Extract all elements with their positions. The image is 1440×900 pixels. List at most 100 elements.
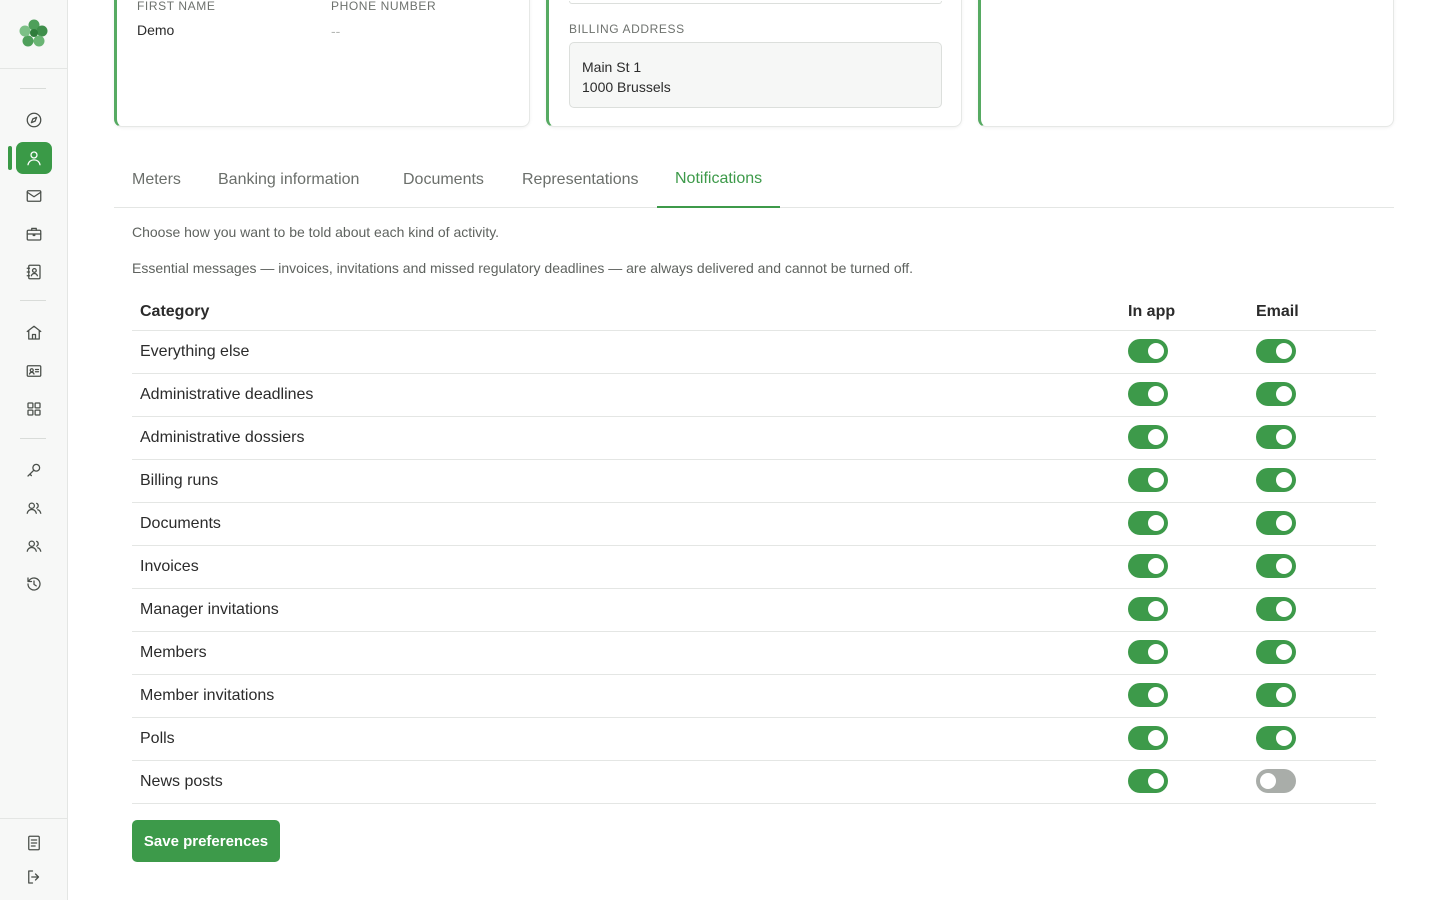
- email-toggle[interactable]: [1256, 597, 1296, 621]
- divider: [20, 438, 46, 439]
- first-name-label: FIRST NAME: [137, 0, 216, 13]
- category-label: Polls: [140, 730, 175, 747]
- document-icon[interactable]: [16, 827, 52, 859]
- active-indicator: [8, 146, 12, 170]
- table-body: Everything else Administrative deadlines A…: [132, 331, 1376, 804]
- in-app-toggle[interactable]: [1128, 425, 1168, 449]
- tab-notifications[interactable]: Notifications: [657, 152, 781, 208]
- compass-icon[interactable]: [16, 104, 52, 136]
- toggle-knob: [1148, 515, 1164, 531]
- table-row: Manager invitations: [132, 589, 1376, 632]
- category-label: Administrative deadlines: [140, 386, 314, 403]
- table-row: Administrative dossiers: [132, 417, 1376, 460]
- category-label: Billing runs: [140, 472, 219, 489]
- users-group-icon[interactable]: [16, 530, 52, 562]
- toggle-knob: [1148, 730, 1164, 746]
- toggle-knob: [1260, 773, 1276, 789]
- email-header: Email: [1256, 303, 1299, 320]
- toggle-knob: [1148, 644, 1164, 660]
- id-card-icon[interactable]: [16, 355, 52, 387]
- email-toggle[interactable]: [1256, 769, 1296, 793]
- table-row: Billing runs: [132, 460, 1376, 503]
- table-row: News posts: [132, 761, 1376, 804]
- table-row: Administrative deadlines: [132, 374, 1376, 417]
- tab-documents[interactable]: Documents: [385, 152, 502, 208]
- email-toggle[interactable]: [1256, 468, 1296, 492]
- user-icon[interactable]: [16, 142, 52, 174]
- category-label: Administrative dossiers: [140, 429, 305, 446]
- tab-meters[interactable]: Meters: [114, 152, 199, 208]
- category-label: Documents: [140, 515, 221, 532]
- clover-logo-icon[interactable]: [17, 16, 51, 50]
- notification-preferences-table: Category In app Email Everything else Adm…: [132, 290, 1376, 804]
- toggle-knob: [1276, 601, 1292, 617]
- table-row: Documents: [132, 503, 1376, 546]
- divider: [20, 300, 46, 301]
- toggle-knob: [1276, 386, 1292, 402]
- table-row: Member invitations: [132, 675, 1376, 718]
- in-app-toggle[interactable]: [1128, 769, 1168, 793]
- table-row: Invoices: [132, 546, 1376, 589]
- tab-representations[interactable]: Representations: [504, 152, 657, 208]
- toggle-knob: [1148, 601, 1164, 617]
- billing-address-label: BILLING ADDRESS: [569, 22, 685, 36]
- email-toggle[interactable]: [1256, 339, 1296, 363]
- billing-address-line1: Main St 1: [582, 59, 642, 75]
- in-app-toggle[interactable]: [1128, 640, 1168, 664]
- notifications-intro: Choose how you want to be told about eac…: [132, 224, 500, 240]
- logout-icon[interactable]: [16, 861, 52, 893]
- toggle-knob: [1276, 730, 1292, 746]
- in-app-toggle[interactable]: [1128, 382, 1168, 406]
- toggle-knob: [1148, 343, 1164, 359]
- category-label: Member invitations: [140, 687, 275, 704]
- email-toggle[interactable]: [1256, 511, 1296, 535]
- home-icon[interactable]: [16, 317, 52, 349]
- toggle-knob: [1148, 429, 1164, 445]
- email-toggle[interactable]: [1256, 425, 1296, 449]
- in-app-toggle[interactable]: [1128, 683, 1168, 707]
- email-toggle[interactable]: [1256, 640, 1296, 664]
- toggle-knob: [1148, 773, 1164, 789]
- divider: [0, 68, 68, 69]
- info-card: [978, 0, 1394, 127]
- phone-number-label: PHONE NUMBER: [331, 0, 437, 13]
- email-toggle[interactable]: [1256, 382, 1296, 406]
- toggle-knob: [1276, 687, 1292, 703]
- history-icon[interactable]: [16, 568, 52, 600]
- sidebar: [0, 0, 68, 900]
- email-toggle[interactable]: [1256, 683, 1296, 707]
- in-app-toggle[interactable]: [1128, 339, 1168, 363]
- in-app-toggle[interactable]: [1128, 511, 1168, 535]
- phone-number-value: --: [331, 23, 341, 39]
- toggle-knob: [1148, 687, 1164, 703]
- email-toggle[interactable]: [1256, 726, 1296, 750]
- billing-address-line2: 1000 Brussels: [582, 79, 671, 95]
- in-app-toggle[interactable]: [1128, 597, 1168, 621]
- briefcase-icon[interactable]: [16, 218, 52, 250]
- first-name-value: Demo: [137, 22, 175, 38]
- toggle-knob: [1148, 472, 1164, 488]
- toggle-knob: [1276, 429, 1292, 445]
- input-box-bottom-edge: [569, 1, 942, 4]
- table-row: Everything else: [132, 331, 1376, 374]
- toggle-knob: [1276, 472, 1292, 488]
- category-header: Category: [140, 303, 210, 320]
- email-toggle[interactable]: [1256, 554, 1296, 578]
- tab-banking-information[interactable]: Banking information: [200, 152, 377, 208]
- table-row: Members: [132, 632, 1376, 675]
- toggle-knob: [1276, 644, 1292, 660]
- key-icon[interactable]: [16, 454, 52, 486]
- toggle-knob: [1276, 343, 1292, 359]
- grid-icon[interactable]: [16, 393, 52, 425]
- divider: [0, 818, 68, 819]
- category-label: Everything else: [140, 343, 250, 360]
- users-icon[interactable]: [16, 492, 52, 524]
- in-app-toggle[interactable]: [1128, 726, 1168, 750]
- toggle-knob: [1148, 558, 1164, 574]
- save-preferences-button[interactable]: Save preferences: [132, 820, 280, 862]
- mail-icon[interactable]: [16, 180, 52, 212]
- contact-book-icon[interactable]: [16, 256, 52, 288]
- in-app-toggle[interactable]: [1128, 554, 1168, 578]
- in-app-toggle[interactable]: [1128, 468, 1168, 492]
- category-label: News posts: [140, 773, 223, 790]
